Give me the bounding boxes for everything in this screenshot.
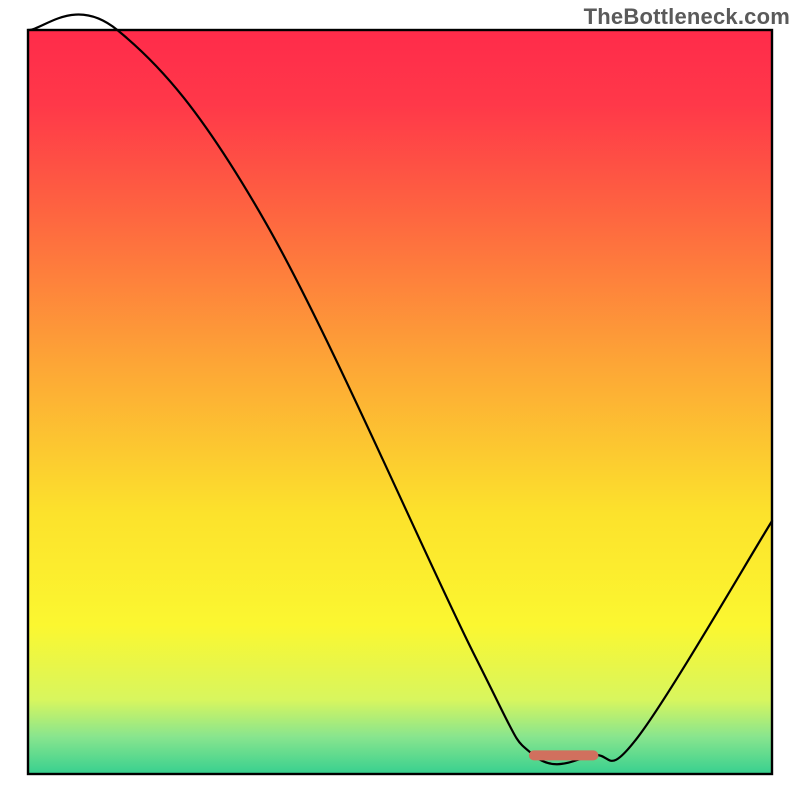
chart-svg [0,0,800,800]
plot-background [28,30,772,774]
watermark-text: TheBottleneck.com [584,4,790,30]
